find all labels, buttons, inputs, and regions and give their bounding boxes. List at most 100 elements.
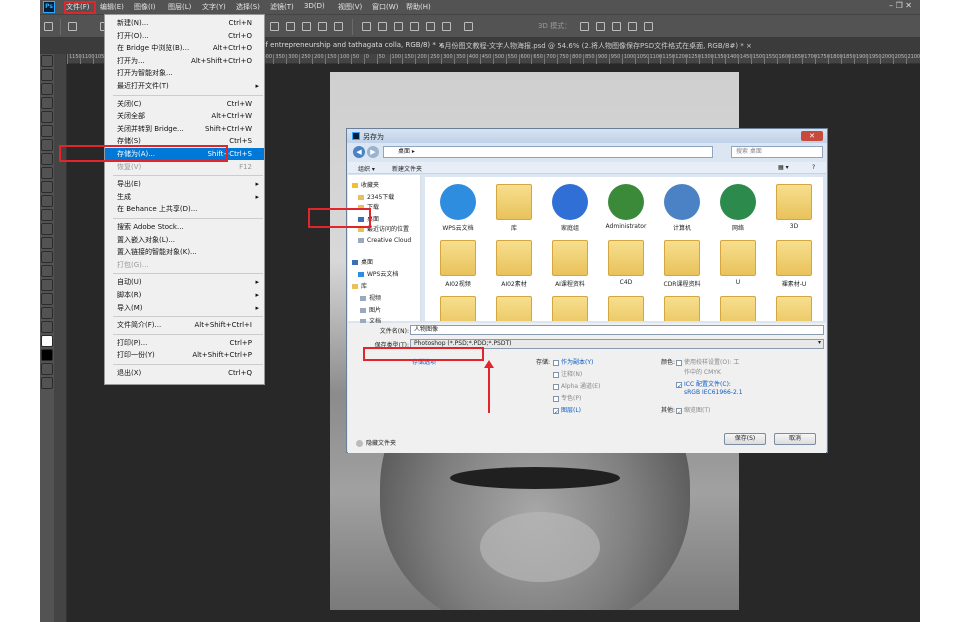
file-menu-item[interactable]: 关闭并转到 Bridge... Shift+Ctrl+W [105,123,264,135]
file-item[interactable]: AI课程资料 [541,237,599,293]
shape-tool-icon[interactable] [41,293,53,305]
file-menu-item[interactable]: 关闭全部 Alt+Ctrl+W [105,110,264,122]
tab-document-2[interactable]: 6月份图文教程-文字人物海报.psd @ 54.6% (2.将人物图像保存PSD… [440,41,752,51]
file-item[interactable]: CDR课程资料 [653,237,711,293]
file-menu-item[interactable]: 文件简介(F)... Alt+Shift+Ctrl+I [105,319,264,331]
file-item[interactable]: 裸素材-U [765,237,823,293]
auto-select-checkbox[interactable] [68,22,77,31]
file-item[interactable]: U [709,237,767,293]
foreground-color-swatch[interactable] [41,335,53,347]
menu-6[interactable]: 滤镜(T) [270,2,294,12]
layers-checkbox[interactable]: ✓ 图层(L) [553,405,581,416]
file-menu-item[interactable]: 打开为... Alt+Shift+Ctrl+O [105,55,264,67]
menu-5[interactable]: 选择(S) [236,2,260,12]
menu-2[interactable]: 图像(I) [134,2,156,12]
file-item[interactable] [765,293,823,321]
3d-scale-icon[interactable] [644,22,653,31]
file-menu-item[interactable]: 关闭(C) Ctrl+W [105,98,264,110]
align-hcenter-icon[interactable] [318,22,327,31]
quick-mask-icon[interactable] [41,363,53,375]
forward-arrow-icon[interactable]: ▶ [367,146,379,158]
file-item[interactable]: C4D [597,237,655,293]
nav-item[interactable]: 库 [348,282,420,292]
close-button[interactable]: ✕ [801,131,823,141]
gradient-tool-icon[interactable] [41,209,53,221]
as-copy-checkbox[interactable]: 作为副本(Y) [553,357,593,366]
file-menu-item[interactable]: 打开为智能对象... [105,67,264,79]
3d-rotate-icon[interactable] [580,22,589,31]
menu-4[interactable]: 文字(Y) [202,2,226,12]
menu-1[interactable]: 编辑(E) [100,2,124,12]
spot-checkbox[interactable]: 专色(P) [553,393,581,402]
file-menu-item[interactable]: 在 Bridge 中浏览(B)... Alt+Ctrl+O [105,42,264,54]
blur-tool-icon[interactable] [41,223,53,235]
eyedropper-tool-icon[interactable] [41,125,53,137]
back-arrow-icon[interactable]: ◀ [353,146,365,158]
file-item[interactable]: AI02视频 [429,237,487,293]
new-folder-button[interactable]: 新建文件夹 [392,164,422,173]
file-menu-item[interactable]: 退出(X) Ctrl+Q [105,367,264,379]
nav-item[interactable]: WPS云文档 [348,270,420,280]
thumbnail-checkbox[interactable]: ✓ 缩览图(T) [676,405,710,416]
distribute-vcenter-icon[interactable] [378,22,387,31]
file-menu-item[interactable]: 最近打开文件(T) ▸ [105,80,264,92]
distribute-top-icon[interactable] [362,22,371,31]
distribute-bottom-icon[interactable] [394,22,403,31]
hide-folders-toggle[interactable]: 隐藏文件夹 [356,438,396,447]
nav-item[interactable]: 视频 [348,294,420,304]
window-controls[interactable]: – ❐ ✕ [889,1,912,10]
file-item[interactable] [541,293,599,321]
distribute-hcenter-icon[interactable] [426,22,435,31]
quick-select-tool-icon[interactable] [41,97,53,109]
file-item[interactable] [709,293,767,321]
file-item[interactable]: WPS云文档 [429,181,487,237]
file-item[interactable] [597,293,655,321]
notes-checkbox[interactable]: 注释(N) [553,369,582,378]
pen-tool-icon[interactable] [41,251,53,263]
menu-9[interactable]: 窗口(W) [372,2,398,12]
move-tool-icon[interactable] [44,22,53,31]
align-vcenter-icon[interactable] [270,22,279,31]
hand-tool-icon[interactable] [41,307,53,319]
eraser-tool-icon[interactable] [41,195,53,207]
organize-button[interactable]: 组织 ▾ [358,164,375,173]
nav-item[interactable]: 2345下载 [348,193,420,203]
save-button[interactable]: 保存(S) [724,433,766,445]
cancel-button[interactable]: 取消 [774,433,816,445]
filename-input[interactable]: 人物图像 [410,325,824,335]
lasso-tool-icon[interactable] [41,83,53,95]
file-item[interactable]: Administrator [597,181,655,237]
zoom-tool-icon[interactable] [41,321,53,333]
file-menu-item[interactable]: 导出(E) ▸ [105,178,264,190]
alpha-checkbox[interactable]: Alpha 通道(E) [553,381,600,390]
nav-item[interactable]: Creative Cloud [348,236,420,246]
file-menu-item[interactable]: 置入嵌入对象(L)... [105,234,264,246]
file-item[interactable]: 家庭组 [541,181,599,237]
file-menu-item[interactable]: 自动(U) ▸ [105,276,264,288]
align-bottom-icon[interactable] [286,22,295,31]
file-item[interactable]: AI02素材 [485,237,543,293]
file-menu-item[interactable]: 打开(O)... Ctrl+O [105,30,264,42]
menu-10[interactable]: 帮助(H) [406,2,431,12]
file-menu-item[interactable]: 打包(G)... [105,259,264,271]
file-menu-item[interactable]: 恢复(V) F12 [105,161,264,173]
nav-item[interactable]: 桌面 [348,258,420,268]
file-item[interactable]: 库 [485,181,543,237]
file-menu-item[interactable]: 打印一份(Y) Alt+Shift+Ctrl+P [105,349,264,361]
healing-tool-icon[interactable] [41,139,53,151]
icc-checkbox[interactable]: ✓ ICC 配置文件(C): [676,379,731,390]
dodge-tool-icon[interactable] [41,237,53,249]
proof-checkbox[interactable]: 使用校样设置(O): 工 [676,357,739,366]
menu-8[interactable]: 视图(V) [338,2,362,12]
brush-tool-icon[interactable] [41,153,53,165]
menu-7[interactable]: 3D(D) [304,2,325,10]
3d-roll-icon[interactable] [596,22,605,31]
nav-item[interactable]: 收藏夹 [348,181,420,191]
file-item[interactable]: 3D [765,181,823,237]
move-tool-icon[interactable] [41,55,53,67]
file-item[interactable]: 计算机 [653,181,711,237]
file-item[interactable] [653,293,711,321]
distribute-left-icon[interactable] [410,22,419,31]
marquee-tool-icon[interactable] [41,69,53,81]
auto-align-icon[interactable] [464,22,473,31]
